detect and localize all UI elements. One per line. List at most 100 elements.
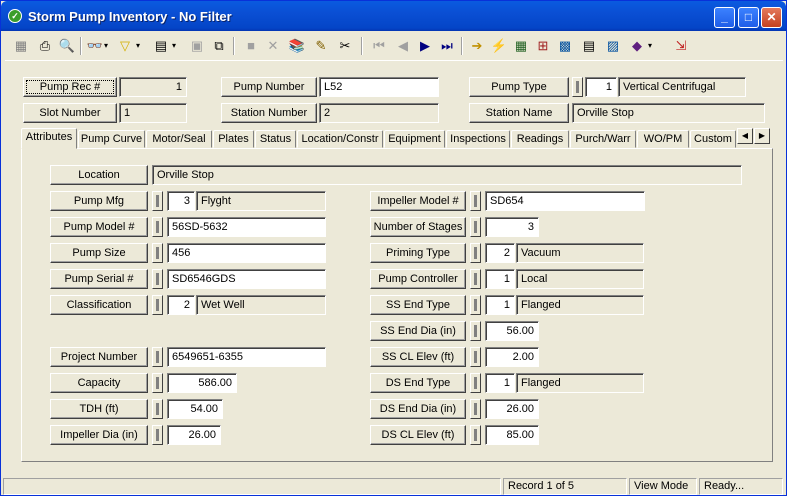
gis-icon[interactable]: ▨ <box>603 36 623 56</box>
exit-icon[interactable]: ⇲ <box>671 36 691 56</box>
pump-type-label[interactable]: Pump Type <box>469 77 569 97</box>
pump-type-lookup[interactable] <box>572 77 583 97</box>
tab-plates[interactable]: Plates <box>213 130 254 148</box>
books-icon[interactable]: 📚 <box>287 36 307 56</box>
first-record-icon[interactable]: ⏮ <box>369 36 389 56</box>
tab-readings[interactable]: Readings <box>511 130 569 148</box>
book-icon[interactable]: ◆ <box>627 36 647 56</box>
priming-type-lookup[interactable] <box>470 243 481 263</box>
filter-icon[interactable]: ▽ <box>115 36 135 56</box>
pump-controller-lookup[interactable] <box>470 269 481 289</box>
ds-end-type-lookup[interactable] <box>470 373 481 393</box>
ds-end-dia-field[interactable]: 26.00 <box>485 399 539 419</box>
ss-cl-elev-label[interactable]: SS CL Elev (ft) <box>370 347 466 367</box>
tab-scroll-right-icon[interactable]: ▶ <box>754 128 770 144</box>
minimize-button[interactable]: _ <box>714 7 735 28</box>
project-number-lookup[interactable] <box>152 347 163 367</box>
impeller-dia-field[interactable]: 26.00 <box>167 425 221 445</box>
pump-mfg-label[interactable]: Pump Mfg <box>50 191 148 211</box>
tab-wo-pm[interactable]: WO/PM <box>637 130 689 148</box>
save-icon[interactable]: ■ <box>241 36 261 56</box>
stages-field[interactable]: 3 <box>485 217 539 237</box>
impeller-model-lookup[interactable] <box>470 191 481 211</box>
project-number-field[interactable]: 6549651-6355 <box>167 347 326 367</box>
priming-type-code-field[interactable]: 2 <box>485 243 515 263</box>
capacity-lookup[interactable] <box>152 373 163 393</box>
previous-record-icon[interactable]: ◀ <box>393 36 413 56</box>
scissors-icon[interactable]: ✂ <box>335 36 355 56</box>
hierarchy-icon[interactable]: ⊞ <box>533 36 553 56</box>
pump-mfg-lookup[interactable] <box>152 191 163 211</box>
ds-cl-elev-field[interactable]: 85.00 <box>485 425 539 445</box>
app-icon[interactable]: ✓ <box>8 9 22 23</box>
pencil-icon[interactable]: ✎ <box>311 36 331 56</box>
copy-record-icon[interactable]: ▣ <box>187 36 207 56</box>
project-number-label[interactable]: Project Number <box>50 347 148 367</box>
ss-cl-elev-field[interactable]: 2.00 <box>485 347 539 367</box>
tdh-field[interactable]: 54.00 <box>167 399 223 419</box>
pump-size-lookup[interactable] <box>152 243 163 263</box>
ss-end-type-lookup[interactable] <box>470 295 481 315</box>
duplicate-icon[interactable]: ⧉ <box>209 36 229 56</box>
tab-inspections[interactable]: Inspections <box>446 130 510 148</box>
report-icon[interactable]: ▤ <box>151 36 171 56</box>
tdh-label[interactable]: TDH (ft) <box>50 399 148 419</box>
tab-custom[interactable]: Custom <box>690 130 736 148</box>
impeller-model-field[interactable]: SD654 <box>485 191 645 211</box>
classification-code-field[interactable]: 2 <box>167 295 195 315</box>
form-view-icon[interactable]: ▦ <box>11 36 31 56</box>
title-bar[interactable]: ✓ Storm Pump Inventory - No Filter _ □ ✕ <box>1 1 786 31</box>
ss-end-type-label[interactable]: SS End Type <box>370 295 466 315</box>
ds-end-dia-lookup[interactable] <box>470 399 481 419</box>
impeller-dia-lookup[interactable] <box>152 425 163 445</box>
go-arrow-icon[interactable]: ➔ <box>467 36 487 56</box>
capacity-field[interactable]: 586.00 <box>167 373 237 393</box>
print-preview-icon[interactable]: 🔍 <box>57 36 77 56</box>
ss-end-dia-label[interactable]: SS End Dia (in) <box>370 321 466 341</box>
pump-mfg-code-field[interactable]: 3 <box>167 191 195 211</box>
tab-purch-warr[interactable]: Purch/Warr <box>570 130 636 148</box>
stages-label[interactable]: Number of Stages <box>370 217 466 237</box>
classification-label[interactable]: Classification <box>50 295 148 315</box>
close-button[interactable]: ✕ <box>761 7 782 28</box>
ss-end-type-code-field[interactable]: 1 <box>485 295 515 315</box>
report-dropdown-icon[interactable]: ▾ <box>169 36 179 56</box>
pump-number-label[interactable]: Pump Number <box>221 77 317 97</box>
ds-end-type-label[interactable]: DS End Type <box>370 373 466 393</box>
lightning-icon[interactable]: ⚡ <box>489 36 509 56</box>
pump-serial-field[interactable]: SD6546GDS <box>167 269 326 289</box>
ss-end-dia-field[interactable]: 56.00 <box>485 321 539 341</box>
capacity-label[interactable]: Capacity <box>50 373 148 393</box>
filter-dropdown-icon[interactable]: ▾ <box>133 36 143 56</box>
classification-lookup[interactable] <box>152 295 163 315</box>
slot-number-label[interactable]: Slot Number <box>23 103 117 123</box>
tab-motor-seal[interactable]: Motor/Seal <box>146 130 212 148</box>
print-icon[interactable]: ⎙ <box>35 36 55 56</box>
delete-icon[interactable]: ✕ <box>263 36 283 56</box>
tdh-lookup[interactable] <box>152 399 163 419</box>
priming-type-label[interactable]: Priming Type <box>370 243 466 263</box>
calculator-icon[interactable]: ▤ <box>579 36 599 56</box>
impeller-model-label[interactable]: Impeller Model # <box>370 191 466 211</box>
last-record-icon[interactable]: ⏭ <box>437 36 457 56</box>
ds-cl-elev-lookup[interactable] <box>470 425 481 445</box>
tab-location-constr[interactable]: Location/Constr <box>297 130 383 148</box>
pump-serial-label[interactable]: Pump Serial # <box>50 269 148 289</box>
impeller-dia-label[interactable]: Impeller Dia (in) <box>50 425 148 445</box>
pump-controller-label[interactable]: Pump Controller <box>370 269 466 289</box>
location-label[interactable]: Location <box>50 165 148 185</box>
book-dropdown-icon[interactable]: ▾ <box>645 36 655 56</box>
ds-cl-elev-label[interactable]: DS CL Elev (ft) <box>370 425 466 445</box>
station-number-label[interactable]: Station Number <box>221 103 317 123</box>
next-record-icon[interactable]: ▶ <box>415 36 435 56</box>
pump-serial-lookup[interactable] <box>152 269 163 289</box>
stages-lookup[interactable] <box>470 217 481 237</box>
ss-end-dia-lookup[interactable] <box>470 321 481 341</box>
tab-equipment[interactable]: Equipment <box>384 130 445 148</box>
pump-size-label[interactable]: Pump Size <box>50 243 148 263</box>
pump-size-field[interactable]: 456 <box>167 243 326 263</box>
pump-rec-button[interactable]: Pump Rec # <box>23 77 117 97</box>
pump-number-field[interactable]: L52 <box>319 77 439 97</box>
tab-pump-curve[interactable]: Pump Curve <box>78 130 145 148</box>
pump-controller-code-field[interactable]: 1 <box>485 269 515 289</box>
